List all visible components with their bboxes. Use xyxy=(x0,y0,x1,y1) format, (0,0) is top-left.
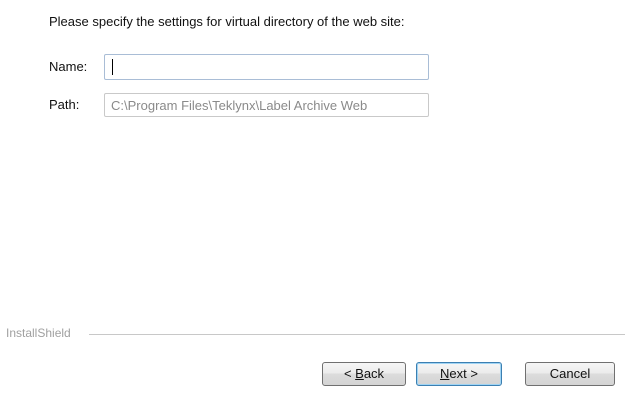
footer-separator xyxy=(89,334,625,336)
dialog-content-area: Please specify the settings for virtual … xyxy=(0,0,633,328)
path-label: Path: xyxy=(49,97,80,112)
instruction-text: Please specify the settings for virtual … xyxy=(49,14,405,29)
path-input[interactable] xyxy=(104,93,429,117)
name-label: Name: xyxy=(49,59,88,74)
back-button[interactable]: < Back xyxy=(322,362,406,386)
back-button-label: ack xyxy=(363,366,385,381)
cancel-button[interactable]: Cancel xyxy=(525,362,615,386)
back-button-accelerator: B xyxy=(355,366,364,381)
name-input[interactable] xyxy=(104,54,429,80)
text-caret xyxy=(112,59,113,75)
virtual-directory-dialog: Please specify the settings for virtual … xyxy=(0,0,633,398)
installshield-brand-label: InstallShield xyxy=(6,326,71,340)
next-button-accelerator: N xyxy=(440,366,450,381)
back-button-prefix: < xyxy=(343,366,356,381)
next-button-label: ext > xyxy=(449,366,478,381)
next-button[interactable]: Next > xyxy=(416,362,502,386)
